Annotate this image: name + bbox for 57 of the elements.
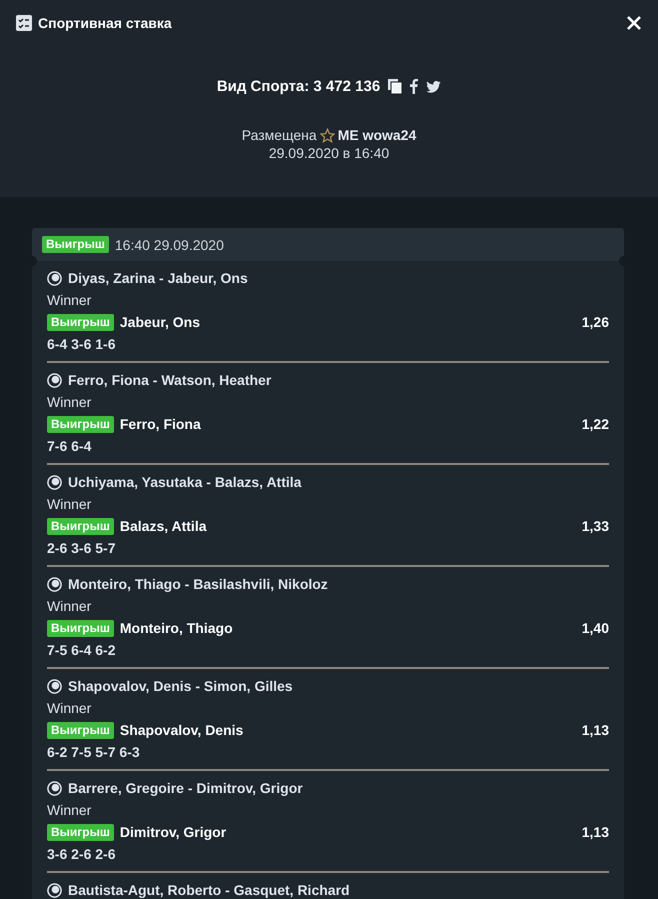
odds-value: 1,40	[582, 620, 609, 636]
pick-name: Ferro, Fiona	[120, 416, 202, 432]
status-badge: Выигрыш	[47, 824, 114, 840]
event-name: Diyas, Zarina - Jabeur, Ons	[68, 270, 248, 286]
status-badge: Выигрыш	[47, 722, 114, 738]
status-badge: Выигрыш	[47, 416, 114, 432]
pick-name: Balazs, Attila	[120, 518, 208, 534]
odds-value: 1,13	[582, 722, 609, 738]
event-name: Monteiro, Thiago - Basilashvili, Nikoloz	[68, 576, 328, 592]
odds-value: 1,33	[582, 518, 609, 534]
status-badge: Выигрыш	[42, 236, 109, 253]
tennis-ball-icon	[47, 882, 62, 898]
placed-label: Размещена	[242, 127, 317, 143]
tennis-ball-icon	[47, 474, 62, 490]
market-name: Winner	[47, 394, 92, 410]
close-button[interactable]	[626, 15, 642, 31]
tennis-ball-icon	[47, 270, 62, 286]
match-score: 6-4 3-6 1-6	[47, 336, 116, 352]
pick-name: Monteiro, Thiago	[120, 620, 234, 636]
tennis-ball-icon	[47, 780, 62, 796]
match-score: 3-6 2-6 2-6	[47, 846, 116, 862]
user-name[interactable]: ME wowa24	[338, 127, 416, 143]
status-badge: Выигрыш	[47, 518, 114, 534]
status-badge: Выигрыш	[47, 620, 114, 636]
bet-id: Вид Спорта: 3 472 136	[216, 78, 380, 95]
event-name: Bautista-Agut, Roberto - Gasquet, Richard	[68, 882, 350, 898]
placed-date: 29.09.2020 в 16:40	[268, 145, 390, 161]
twitter-icon[interactable]	[426, 80, 442, 92]
match-score: 7-5 6-4 6-2	[47, 642, 116, 658]
tennis-ball-icon	[47, 576, 62, 592]
market-name: Winner	[47, 496, 92, 512]
odds-value: 1,26	[582, 314, 609, 330]
pick-name: Dimitrov, Grigor	[120, 824, 228, 840]
market-name: Winner	[47, 802, 92, 818]
odds-value: 1,13	[582, 824, 609, 840]
event-name: Uchiyama, Yasutaka - Balazs, Attila	[68, 474, 302, 490]
pick-name: Shapovalov, Denis	[120, 722, 244, 738]
facebook-icon[interactable]	[410, 79, 418, 94]
market-name: Winner	[47, 598, 92, 614]
tennis-ball-icon	[47, 372, 62, 388]
tennis-ball-icon	[47, 678, 62, 694]
status-badge: Выигрыш	[47, 314, 114, 330]
checklist-icon	[16, 15, 32, 31]
market-name: Winner	[47, 700, 92, 716]
event-name: Shapovalov, Denis - Simon, Gilles	[68, 678, 293, 694]
event-name: Ferro, Fiona - Watson, Heather	[68, 372, 272, 388]
odds-value: 1,22	[582, 416, 609, 432]
star-icon	[320, 128, 335, 142]
event-name: Barrere, Gregoire - Dimitrov, Grigor	[68, 780, 303, 796]
window-title: Спортивная ставка	[38, 15, 173, 31]
match-score: 7-6 6-4	[47, 438, 92, 454]
market-name: Winner	[47, 292, 92, 308]
match-score: 6-2 7-5 5-7 6-3	[47, 744, 140, 760]
slip-time: 16:40 29.09.2020	[114, 236, 224, 252]
pick-name: Jabeur, Ons	[120, 314, 202, 330]
copy-icon[interactable]	[388, 79, 402, 94]
match-score: 2-6 3-6 5-7	[47, 540, 116, 556]
